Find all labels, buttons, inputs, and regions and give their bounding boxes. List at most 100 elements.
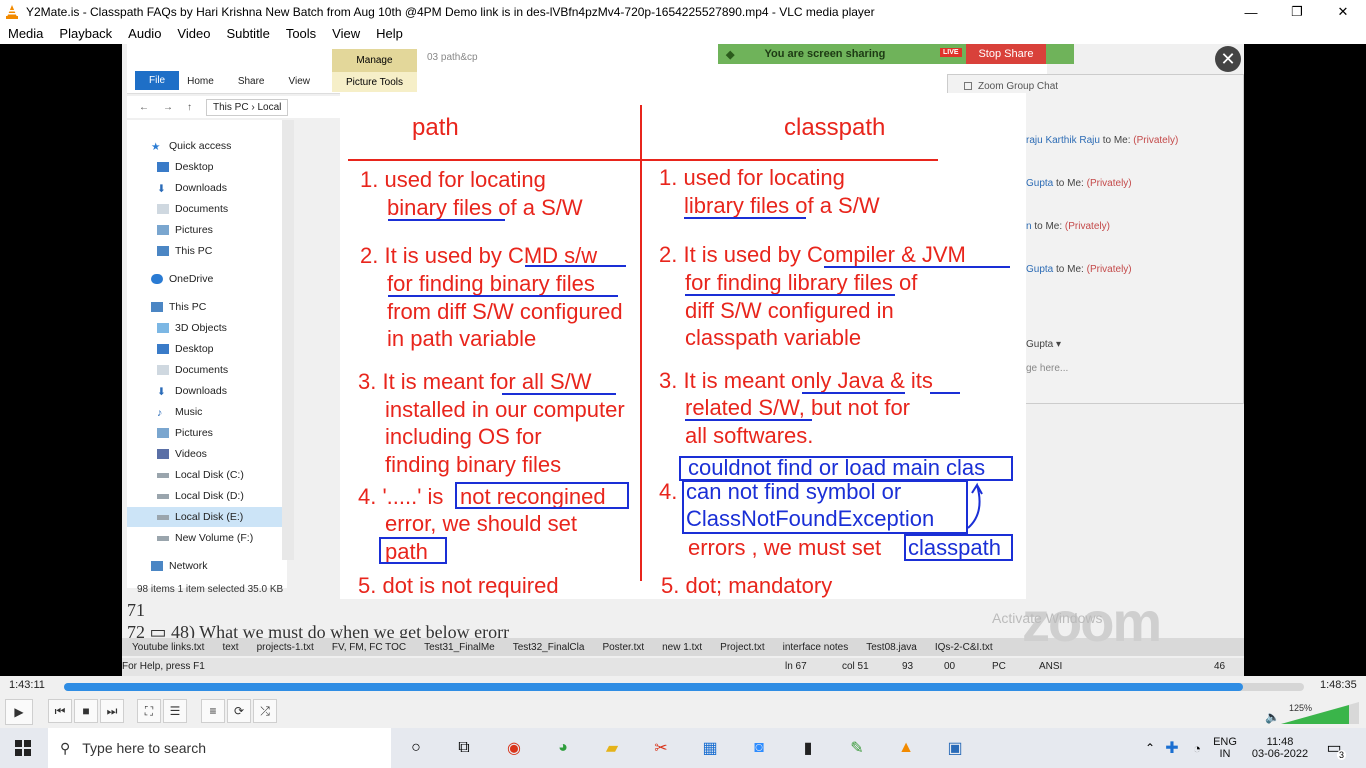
chat-sender: Gupta (1026, 264, 1054, 275)
notification-count: 3 (1336, 750, 1346, 760)
right-line: for finding library files of (685, 270, 918, 295)
pictures-icon (157, 225, 169, 235)
left-line: finding binary files (385, 452, 561, 477)
record-app-icon[interactable]: ◉ (502, 736, 526, 760)
volume-slider[interactable] (1265, 698, 1361, 724)
document-icon (157, 365, 169, 375)
nav-3d-objects: 3D Objects (157, 318, 227, 338)
vlc-taskbar-icon[interactable]: ▲ (894, 736, 918, 760)
loop-icon: ⟳ (233, 704, 245, 718)
activate-windows-watermark: Activate Windows (992, 610, 1103, 626)
status-93: 93 (902, 661, 914, 672)
clock[interactable]: 11:48 03-06-2022 (1250, 728, 1310, 768)
close-share-button[interactable]: ✕ (1215, 46, 1241, 72)
play-button[interactable]: ▶ (5, 699, 33, 725)
video-area[interactable]: Manage Picture Tools 03 path&cp File Hom… (0, 44, 1366, 676)
snipping-tool-icon[interactable]: ✂ (649, 736, 673, 760)
column-number: col 51 (842, 661, 869, 672)
search-icon: ⚲ (60, 739, 71, 756)
chat-private-tag: (Privately) (1064, 221, 1110, 232)
zoom-app-icon[interactable]: ◙ (747, 736, 771, 760)
explorer-tab-view: View (288, 76, 311, 87)
status-46: 46 (1214, 661, 1226, 672)
picture-tools-tab: Picture Tools (332, 72, 417, 92)
left-line: from diff S/W configured (387, 299, 623, 324)
windows-start-icon[interactable] (15, 740, 31, 756)
video-icon (157, 449, 169, 459)
menu-view[interactable]: View (324, 24, 368, 44)
language-indicator[interactable]: ENG IN (1210, 728, 1240, 768)
right-line: classpath variable (685, 325, 861, 350)
line-ending: PC (992, 661, 1006, 672)
zoom-chat-title: Zoom Group Chat (978, 80, 1059, 92)
seek-bar[interactable] (64, 683, 1304, 691)
chrome-icon[interactable]: ◕ (551, 736, 575, 760)
loop-button[interactable]: ⟳ (227, 699, 251, 723)
stop-share-button[interactable]: Stop Share (966, 44, 1046, 64)
disk-icon (157, 535, 169, 541)
notes-app-icon[interactable]: ▮ (796, 736, 820, 760)
nav-scrollbar (282, 120, 294, 560)
left-line: 2. It is used by CMD s/w (360, 243, 597, 268)
menu-playback[interactable]: Playback (51, 24, 120, 44)
wifi-icon[interactable]: ◔ (1185, 736, 1209, 760)
photos-icon[interactable]: ▣ (943, 736, 967, 760)
file-explorer-icon[interactable]: ▰ (600, 736, 624, 760)
left-line: in path variable (387, 326, 536, 351)
forward-arrow-icon: → (163, 101, 173, 113)
chat-input[interactable]: ge here... (1026, 363, 1068, 374)
left-line: path (385, 539, 428, 564)
nav-music: ♪ Music (157, 406, 203, 419)
minimize-button[interactable]: — (1228, 0, 1274, 24)
desktop-icon (157, 162, 169, 172)
shuffle-button[interactable]: ⤮ (253, 699, 277, 723)
chat-sender: Gupta (1026, 178, 1054, 189)
playlist-button[interactable]: ≡ (201, 699, 225, 723)
menu-audio[interactable]: Audio (120, 24, 169, 44)
close-button[interactable]: ✕ (1320, 0, 1366, 24)
store-icon[interactable]: ▦ (698, 736, 722, 760)
right-line: diff S/W configured in (685, 298, 894, 323)
left-line: for finding binary files (387, 271, 595, 296)
notepad-tab: Test32_FinalCla (512, 641, 585, 653)
desktop-icon (157, 344, 169, 354)
nav-downloads-2: ⬇ Downloads (157, 385, 227, 398)
next-button[interactable]: ⏭ (100, 699, 124, 723)
plus-tray-icon[interactable]: ✚ (1160, 736, 1184, 760)
menu-media[interactable]: Media (0, 24, 51, 44)
menu-help[interactable]: Help (368, 24, 411, 44)
menu-video[interactable]: Video (169, 24, 218, 44)
notepad-tab: FV, FM, FC TOC (331, 641, 407, 653)
chat-recipient-select[interactable]: Gupta ▾ (1026, 339, 1061, 350)
chat-private-tag: (Privately) (1086, 178, 1132, 189)
download-icon: ⬇ (157, 183, 166, 195)
menu-tools[interactable]: Tools (278, 24, 324, 44)
address-local: Local (257, 101, 282, 113)
chat-private-tag: (Privately) (1133, 135, 1179, 146)
notification-icon[interactable]: ▭ 3 (1322, 736, 1346, 760)
menu-subtitle[interactable]: Subtitle (218, 24, 277, 44)
fullscreen-button[interactable]: ⛶ (137, 699, 161, 723)
explorer-nav-pane: ★ Quick access Desktop ⬇ Downloads Documen… (127, 120, 287, 588)
chevron-up-icon[interactable]: ⌃ (1138, 736, 1162, 760)
cortana-icon[interactable]: ○ (404, 736, 428, 760)
total-time: 1:48:35 (1320, 679, 1357, 691)
nav-new-volume-f: New Volume (F:) (157, 528, 253, 548)
notepad-tab: Project.txt (720, 641, 765, 653)
back-arrow-icon: ← (139, 101, 149, 113)
stop-button[interactable]: ■ (74, 699, 98, 723)
task-view-icon[interactable]: ⧉ (452, 736, 476, 760)
right-line: library files of a S/W (684, 193, 880, 218)
manage-tab: Manage (332, 49, 417, 72)
clock-time: 11:48 (1266, 736, 1294, 748)
taskbar-search[interactable]: ⚲ Type here to search (48, 728, 391, 768)
extended-settings-button[interactable]: ☰ (163, 699, 187, 723)
maximize-button[interactable]: ❐ (1274, 0, 1320, 24)
cube-icon (157, 323, 169, 333)
notepad-plus-icon[interactable]: ✎ (845, 736, 869, 760)
nav-documents-2: Documents (157, 360, 228, 380)
previous-button[interactable]: ⏮ (48, 699, 72, 723)
notepad-tab: Poster.txt (602, 641, 645, 653)
nav-pictures: Pictures (157, 220, 213, 240)
nav-desktop-2: Desktop (157, 339, 214, 359)
